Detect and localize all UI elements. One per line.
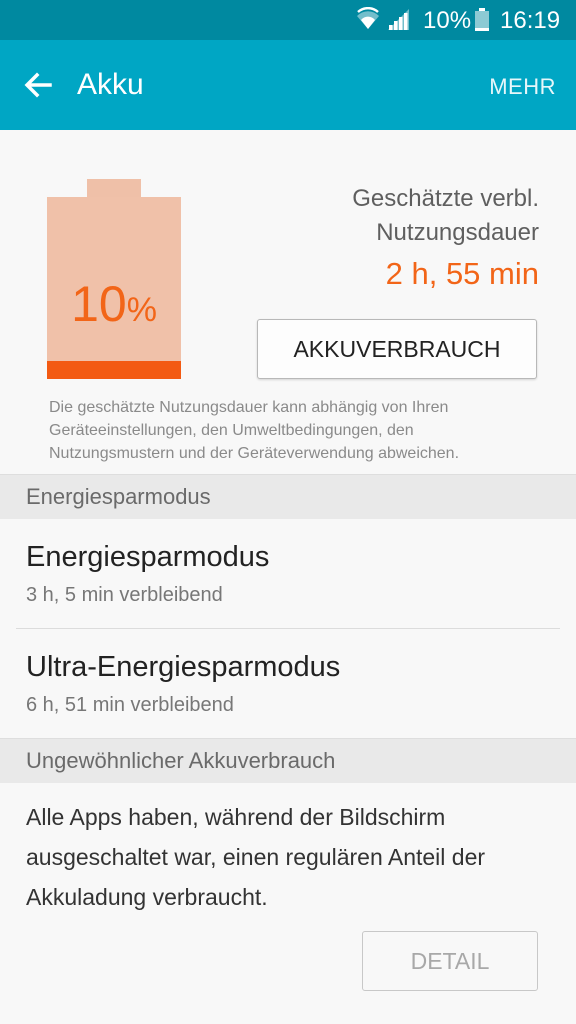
- clock: 16:19: [500, 7, 561, 34]
- list-item-title: Ultra-Energiesparmodus: [26, 651, 341, 683]
- battery-body: 10%: [47, 197, 181, 379]
- list-item-subtitle: 6 h, 51 min verbleibend: [26, 694, 234, 716]
- app-bar: Akku MEHR: [0, 40, 576, 130]
- estimate-value: 2 h, 55 min: [385, 256, 539, 291]
- wifi-icon: [357, 7, 379, 29]
- list-item-ultra-power-saving[interactable]: Ultra-Energiesparmodus 6 h, 51 min verbl…: [0, 629, 576, 737]
- estimate-label-line1: Geschätzte verbl.: [352, 185, 539, 212]
- battery-level-text: 10%: [71, 276, 157, 332]
- back-arrow-icon[interactable]: [20, 67, 56, 103]
- unusual-usage-text: Alle Apps haben, während der Bildschirm …: [26, 804, 486, 910]
- page-title: Akku: [77, 68, 144, 101]
- detail-button[interactable]: DETAIL: [362, 931, 538, 991]
- list-item-subtitle: 3 h, 5 min verbleibend: [26, 584, 223, 606]
- list-item-title: Energiesparmodus: [26, 541, 270, 573]
- section-header-label: Ungewöhnlicher Akkuverbrauch: [26, 748, 336, 773]
- battery-percent-text: 10%: [423, 7, 472, 34]
- signal-icon: [388, 9, 409, 30]
- more-button[interactable]: MEHR: [489, 74, 556, 100]
- status-bar: 10% 16:19: [0, 0, 576, 40]
- estimate-label-line2: Nutzungsdauer: [376, 219, 539, 246]
- section-header-power-saving: Energiesparmodus: [0, 474, 576, 519]
- battery-status-icon: [475, 8, 489, 31]
- section-header-label: Energiesparmodus: [26, 484, 211, 509]
- section-header-unusual-usage: Ungewöhnlicher Akkuverbrauch: [0, 738, 576, 783]
- battery-level-fill: [47, 361, 181, 379]
- battery-usage-button[interactable]: AKKUVERBRAUCH: [257, 319, 537, 379]
- estimate-label: Geschätzte verbl. Nutzungsdauer: [279, 182, 539, 250]
- battery-graphic: 10%: [47, 179, 183, 379]
- list-item-power-saving[interactable]: Energiesparmodus 3 h, 5 min verbleibend: [0, 519, 576, 627]
- disclaimer-text: Die geschätzte Nutzungsdauer kann abhäng…: [49, 399, 460, 462]
